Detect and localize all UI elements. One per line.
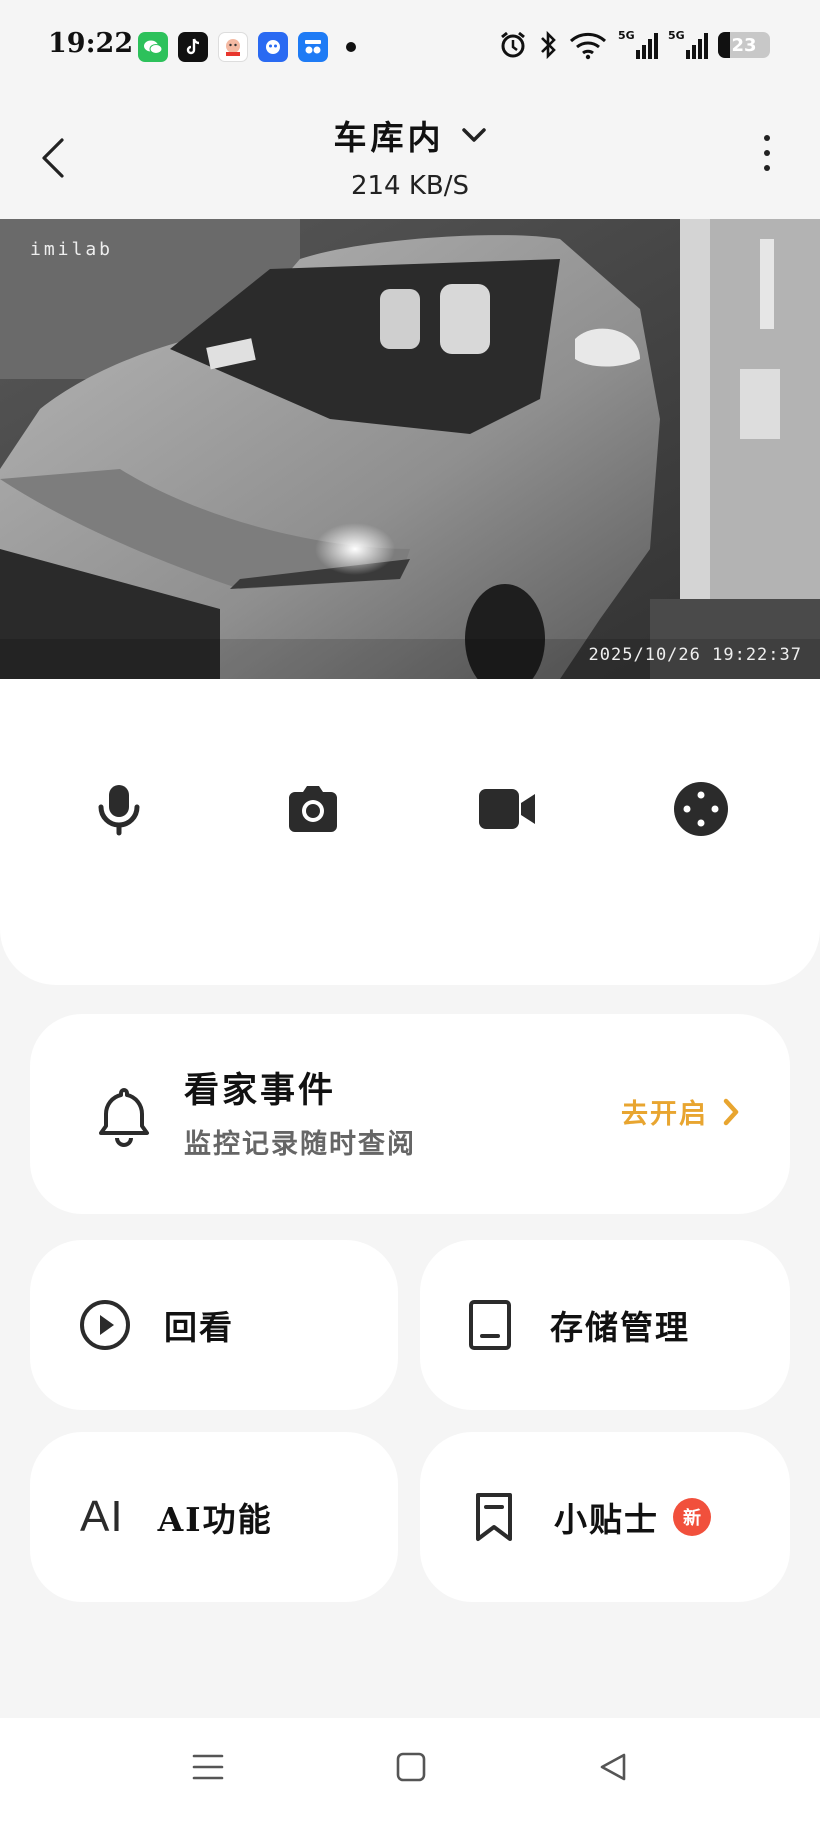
- play-circle-icon: [80, 1300, 130, 1350]
- camera-frame: [0, 219, 820, 679]
- enable-events-link[interactable]: 去开启: [621, 1092, 740, 1131]
- storage-management-tile[interactable]: 存储管理: [420, 1240, 790, 1410]
- more-options-button[interactable]: [764, 135, 770, 171]
- camera-watermark: imilab: [30, 239, 114, 260]
- camera-live-view[interactable]: imilab 2025/10/26 19:22:37: [0, 219, 820, 679]
- screenshot-button[interactable]: [283, 779, 343, 839]
- tips-tile[interactable]: 小贴士 新: [420, 1432, 790, 1602]
- device-selector[interactable]: 车库内: [334, 111, 487, 159]
- camera-controls-panel: [0, 679, 820, 985]
- bell-icon: [99, 1088, 149, 1147]
- talk-button[interactable]: [89, 779, 149, 839]
- triangle-back-icon: [600, 1753, 626, 1781]
- network-type-label: 5G: [618, 29, 635, 42]
- video-record-icon: [479, 789, 535, 829]
- battery-icon: 23: [718, 32, 770, 58]
- menu-icon: [192, 1754, 224, 1780]
- home-events-title: 看家事件: [184, 1070, 337, 1111]
- chevron-down-icon: [461, 128, 486, 142]
- bookmark-icon: [476, 1493, 512, 1541]
- wifi-icon: [569, 32, 607, 60]
- autohome-icon: [298, 32, 328, 62]
- bluetooth-icon: [541, 30, 556, 60]
- microphone-icon: [98, 785, 140, 836]
- status-indicators: 5G 5G 23: [498, 29, 770, 60]
- chevron-right-icon: [723, 1098, 739, 1125]
- record-button[interactable]: [477, 779, 537, 839]
- camera-icon: [289, 786, 337, 832]
- signal-strength-icon: 5G: [618, 29, 658, 59]
- home-button[interactable]: [396, 1752, 426, 1786]
- ptz-control-icon: [674, 782, 728, 836]
- wechat-icon: [138, 32, 168, 62]
- notification-app-icons: [138, 32, 356, 62]
- playback-tile[interactable]: 回看: [30, 1240, 398, 1410]
- signal-strength-icon-2: 5G: [668, 29, 708, 59]
- new-badge: 新: [673, 1498, 711, 1536]
- alarm-icon: [501, 31, 525, 58]
- more-notifications-dot: [346, 42, 356, 52]
- pdd-icon: [218, 32, 248, 62]
- status-time: 19:22: [48, 28, 134, 59]
- sd-card-icon: [469, 1300, 511, 1350]
- recent-apps-button[interactable]: [192, 1752, 224, 1786]
- app-header: 车库内 214 KB/S: [0, 95, 820, 219]
- page-title: 车库内: [333, 118, 445, 157]
- home-events-card[interactable]: 看家事件 监控记录随时查阅 去开启: [30, 1014, 790, 1214]
- nav-back-button[interactable]: [598, 1752, 628, 1786]
- network-type-label-2: 5G: [668, 29, 685, 42]
- square-home-icon: [396, 1752, 426, 1782]
- enable-events-label: 去开启: [621, 1099, 708, 1130]
- camera-timestamp: 2025/10/26 19:22:37: [588, 645, 802, 665]
- battery-level: 23: [731, 34, 757, 56]
- tips-label: 小贴士: [554, 1500, 659, 1539]
- more-vertical-icon: [764, 135, 770, 141]
- tiktok-icon: [178, 32, 208, 62]
- ai-features-label: AI功能: [157, 1500, 273, 1539]
- ai-icon: AI: [80, 1492, 124, 1541]
- playback-label: 回看: [164, 1308, 234, 1347]
- home-events-subtitle: 监控记录随时查阅: [184, 1129, 416, 1160]
- baidu-icon: [258, 32, 288, 62]
- ai-features-tile[interactable]: AI AI功能: [30, 1432, 398, 1602]
- ptz-button[interactable]: [671, 779, 731, 839]
- storage-management-label: 存储管理: [550, 1308, 690, 1347]
- status-bar: 19:22 5G 5G 23: [0, 0, 820, 95]
- system-navigation-bar: [0, 1718, 820, 1825]
- stream-bitrate: 214 KB/S: [350, 171, 470, 201]
